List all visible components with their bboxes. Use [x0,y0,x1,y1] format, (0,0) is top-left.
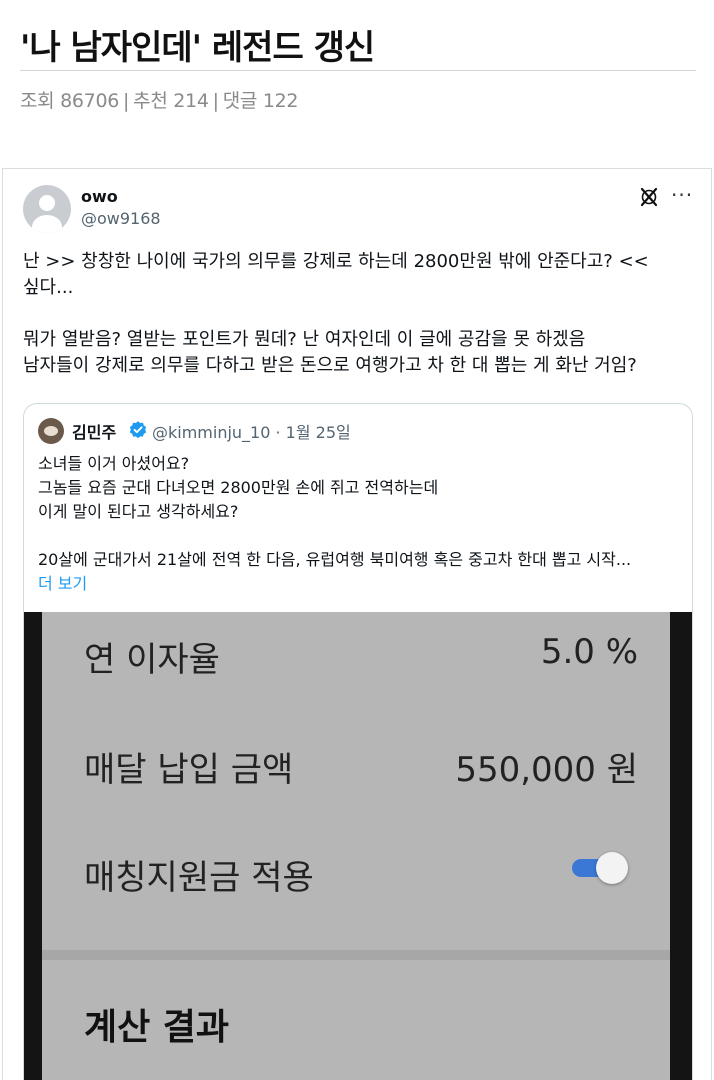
tweet-line: 난 >> 창창한 나이에 국가의 의무를 강제로 하는데 2800만원 밖에 안… [23,251,649,272]
quote-line: 소녀들 이거 아셨어요? [38,454,190,473]
section-divider [42,950,670,960]
tweet-author-name[interactable]: owo [81,187,118,206]
calculation-result-heading: 계산 결과 [84,1007,230,1048]
avatar-face [44,426,58,436]
toggle-knob [596,852,628,884]
interest-rate-label: 연 이자율 [84,640,220,680]
meta-separator: | [212,90,219,112]
verified-badge-icon [129,421,147,439]
show-more-link[interactable]: 더 보기 [38,572,688,596]
embedded-tweet: owo @ow9168 ··· 난 >> 창창한 나이에 국가의 의무를 강제로… [2,168,712,1080]
tweet-text: 난 >> 창창한 나이에 국가의 의무를 강제로 하는데 2800만원 밖에 안… [23,249,703,379]
quoted-tweet[interactable]: 김민주 @kimminju_10 · 1월 25일 소녀들 이거 아셨어요? 그… [23,403,693,1080]
tweet-line: 뭐가 열받음? 열받는 포인트가 뭔데? 난 여자인데 이 글에 공감을 못 하… [23,329,586,350]
quote-author-name[interactable]: 김민주 [72,419,116,443]
avatar-shoulders [32,215,62,233]
quote-avatar[interactable] [38,418,64,444]
quote-image[interactable]: 연 이자율 5.0 % 매달 납입 금액 550,000 원 매칭지원금 적용 … [24,612,692,1080]
page-title: '나 남자인데' 레전드 갱신 [20,28,375,68]
more-dots-icon[interactable]: ··· [671,183,693,207]
quote-line: 이게 말이 된다고 생각하세요? [38,502,239,521]
tweet-line: 싶다... [23,277,74,298]
quote-line: 그놈들 요즘 군대 다녀오면 2800만원 손에 쥐고 전역하는데 [38,478,439,497]
monthly-deposit-value: 550,000 원 [455,750,638,790]
avatar-head [39,195,55,211]
recommend-count: 추천 214 [133,90,209,112]
default-avatar-icon[interactable] [23,185,71,233]
matching-fund-toggle [572,852,630,884]
quote-handle-date[interactable]: @kimminju_10 · 1월 25일 [152,419,351,443]
calculator-screenshot: 연 이자율 5.0 % 매달 납입 금액 550,000 원 매칭지원금 적용 … [42,612,670,1080]
monthly-deposit-label: 매달 납입 금액 [84,750,294,790]
post-meta: 조회 86706 | 추천 214 | 댓글 122 [20,86,299,113]
title-divider [20,70,696,71]
matching-fund-label: 매칭지원금 적용 [84,858,314,898]
comment-count[interactable]: 댓글 122 [223,90,299,112]
quote-line: 20살에 군대가서 21살에 전역 한 다음, 유럽여행 북미여행 혹은 중고차… [38,550,632,569]
view-count: 조회 86706 [20,90,120,112]
interest-rate-value: 5.0 % [540,632,638,672]
tweet-author-handle[interactable]: @ow9168 [81,209,161,228]
meta-separator: | [123,90,130,112]
quote-text: 소녀들 이거 아셨어요? 그놈들 요즘 군대 다녀오면 2800만원 손에 쥐고… [38,452,688,596]
x-logo-icon[interactable] [637,185,661,209]
tweet-line: 남자들이 강제로 의무를 다하고 받은 돈으로 여행가고 차 한 대 뽑는 게 … [23,355,637,376]
